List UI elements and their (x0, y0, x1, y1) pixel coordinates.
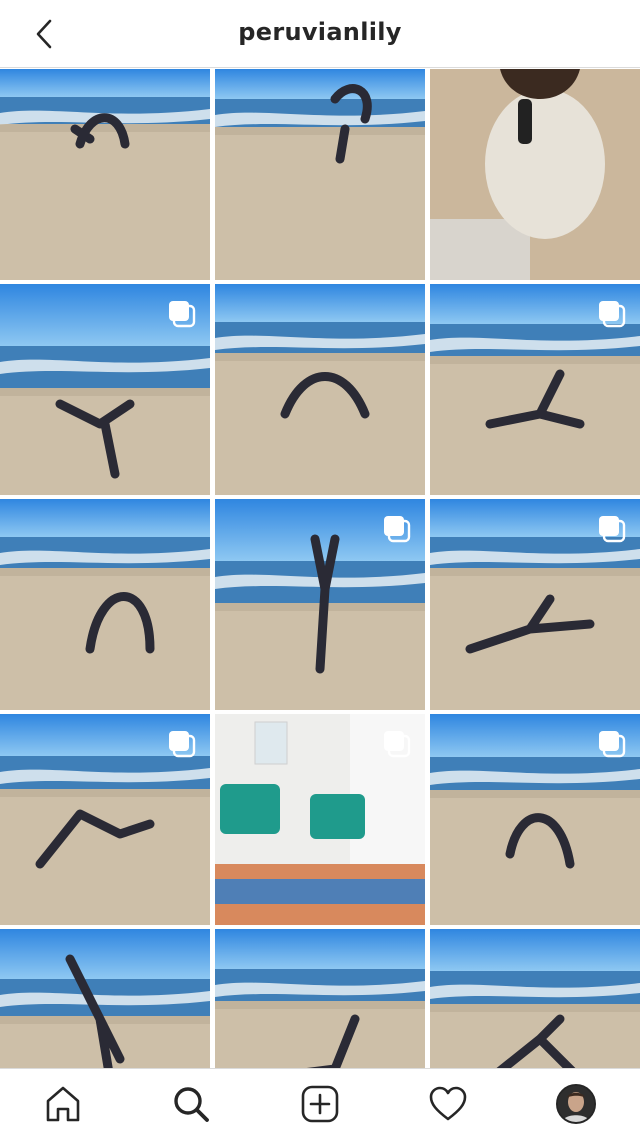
post-thumbnail[interactable] (215, 714, 425, 925)
post-thumbnail[interactable] (430, 714, 640, 925)
post-image (430, 929, 640, 1068)
post-grid (0, 69, 640, 1068)
heart-icon (429, 1086, 467, 1121)
post-image (215, 929, 425, 1068)
post-thumbnail[interactable] (430, 499, 640, 710)
multiple-photos-icon (384, 731, 411, 758)
multiple-photos-icon (599, 301, 626, 328)
search-icon (174, 1087, 209, 1122)
multiple-photos-icon (384, 516, 411, 543)
tab-search[interactable] (168, 1081, 214, 1127)
top-bar: peruvianlily (0, 0, 640, 68)
post-image (215, 69, 425, 280)
post-thumbnail[interactable] (215, 69, 425, 280)
profile-avatar (556, 1084, 596, 1124)
post-image (0, 499, 210, 710)
multiple-photos-icon (599, 731, 626, 758)
home-icon (46, 1086, 80, 1122)
post-image (0, 69, 210, 280)
multiple-photos-icon (169, 731, 196, 758)
multiple-photos-icon (169, 301, 196, 328)
tab-new-post[interactable] (297, 1081, 343, 1127)
post-thumbnail[interactable] (0, 69, 210, 280)
post-thumbnail[interactable] (0, 929, 210, 1068)
post-thumbnail[interactable] (215, 499, 425, 710)
post-thumbnail[interactable] (430, 929, 640, 1068)
bottom-tab-bar (0, 1068, 640, 1138)
post-image (430, 69, 640, 280)
post-thumbnail[interactable] (0, 714, 210, 925)
post-thumbnail[interactable] (430, 284, 640, 495)
post-thumbnail[interactable] (0, 499, 210, 710)
tab-activity[interactable] (425, 1081, 471, 1127)
post-thumbnail[interactable] (215, 284, 425, 495)
tab-home[interactable] (40, 1081, 86, 1127)
post-image (0, 929, 210, 1068)
post-thumbnail[interactable] (215, 929, 425, 1068)
post-thumbnail[interactable] (0, 284, 210, 495)
tab-profile[interactable] (553, 1081, 599, 1127)
profile-username: peruvianlily (238, 18, 402, 46)
post-image (215, 284, 425, 495)
add-post-icon (301, 1085, 339, 1123)
multiple-photos-icon (599, 516, 626, 543)
post-thumbnail[interactable] (430, 69, 640, 280)
